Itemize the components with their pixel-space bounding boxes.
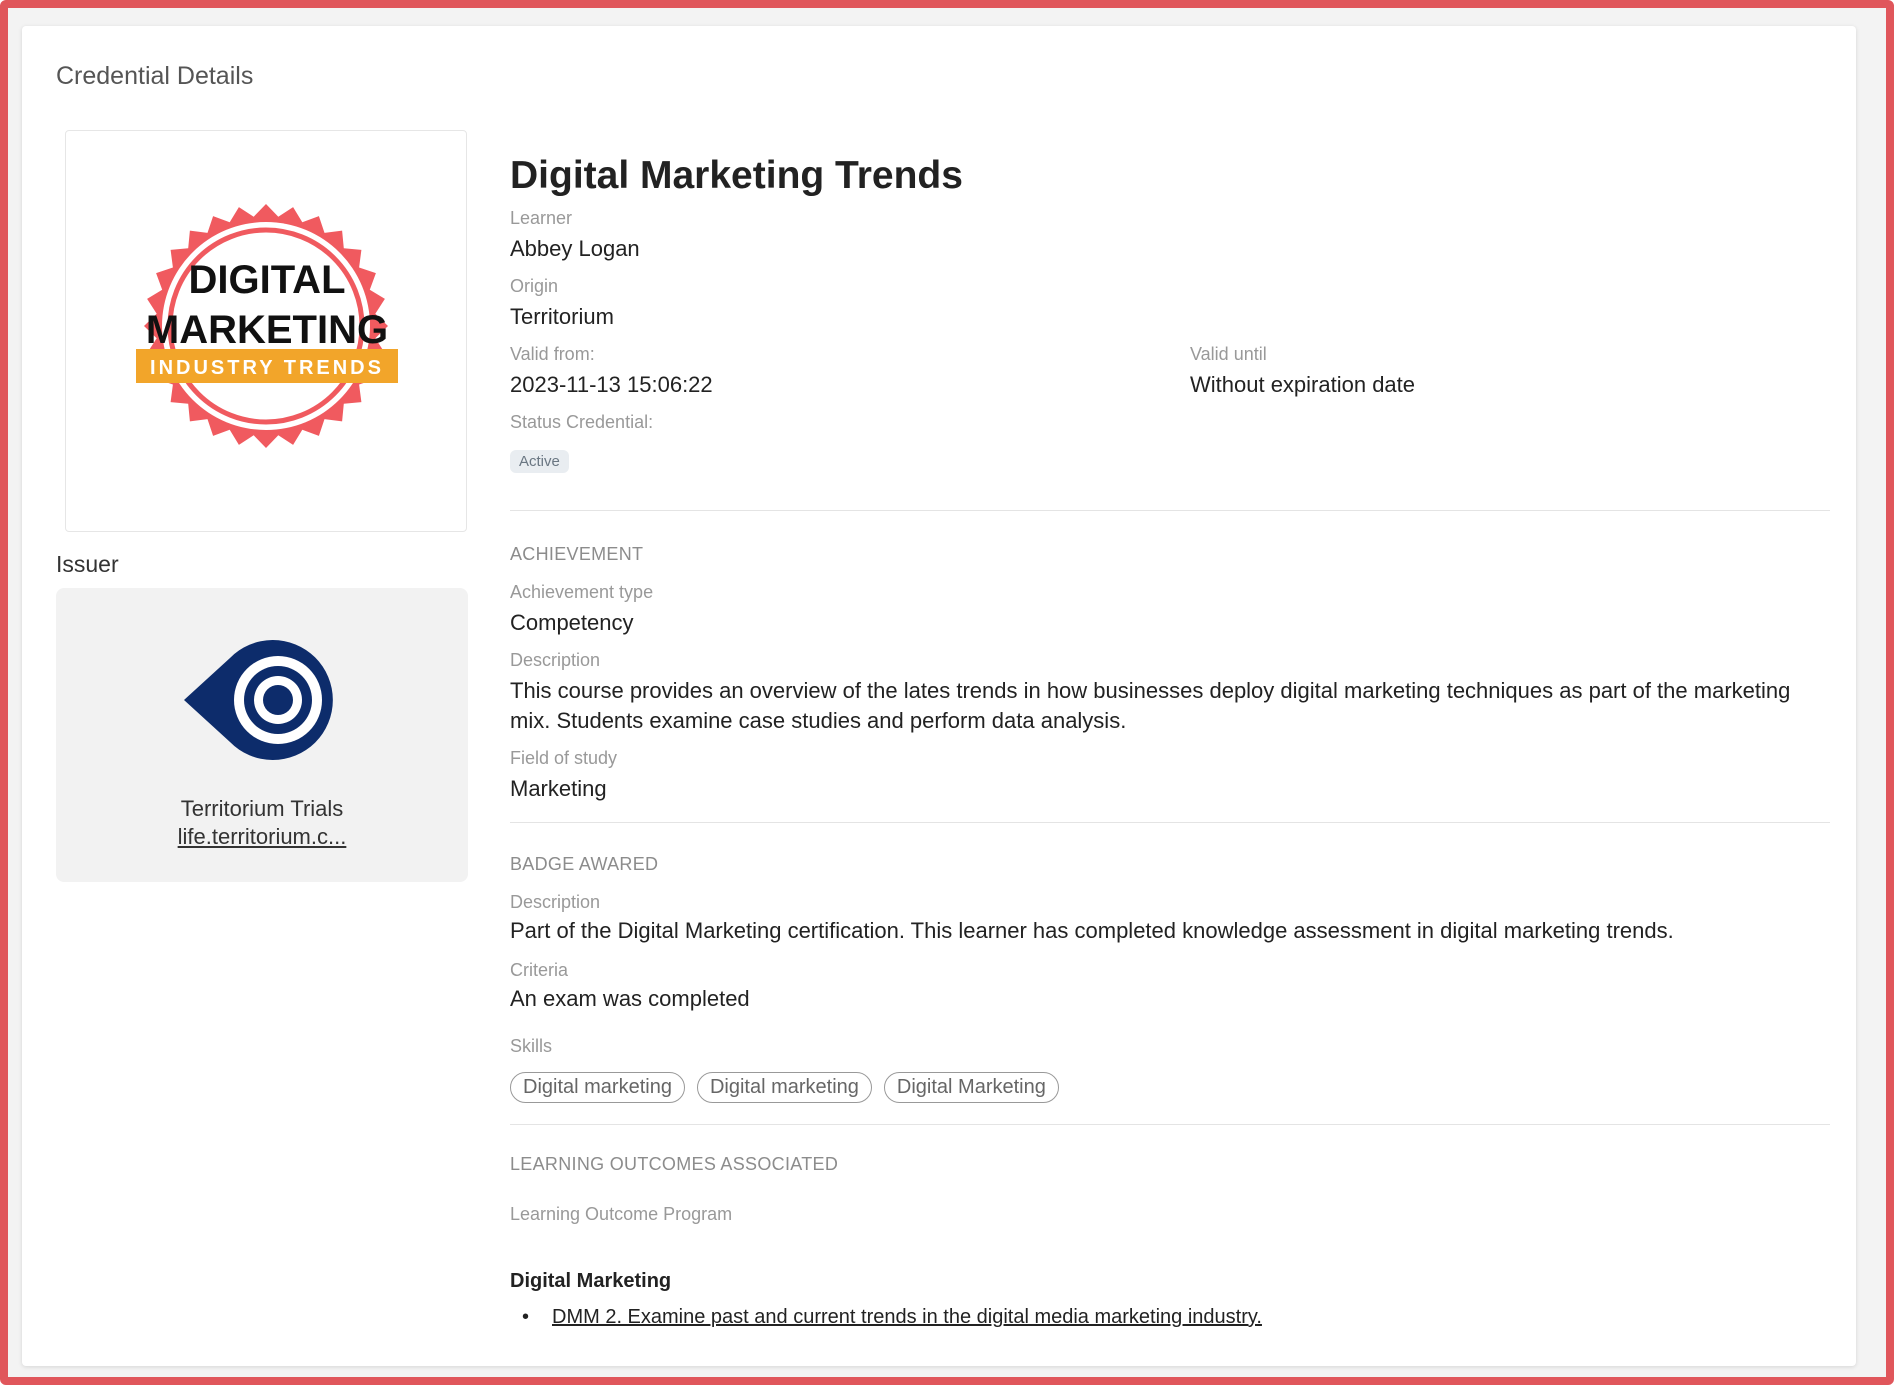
digital-marketing-badge-icon: DIGITAL MARKETING INDUSTRY TRENDS [136, 204, 398, 448]
achievement-description: This course provides an overview of the … [510, 678, 1791, 733]
issuer-website-link[interactable]: life.territorium.c... [56, 824, 468, 850]
origin-label: Origin [510, 276, 559, 296]
criteria-value: An exam was completed [510, 986, 750, 1011]
achievement-type-value: Competency [510, 610, 634, 635]
achievement-description-label: Description [510, 650, 601, 670]
divider [510, 822, 1830, 823]
badge-awarded-section-title: BADGE AWARED [510, 854, 659, 874]
learner-value: Abbey Logan [510, 236, 640, 261]
learning-outcomes-section-title: LEARNING OUTCOMES ASSOCIATED [510, 1154, 839, 1174]
valid-until-value: Without expiration date [1190, 372, 1416, 397]
valid-from-value: 2023-11-13 15:06:22 [510, 372, 713, 397]
credential-card: Credential Details DIGITAL MARKETING IND… [22, 26, 1856, 1366]
learning-outcome-link[interactable]: DMM 2. Examine past and current trends i… [552, 1306, 1262, 1328]
learning-outcome-program: Digital Marketing [510, 1270, 672, 1292]
badge-ribbon-text: INDUSTRY TRENDS [150, 357, 384, 379]
issuer-heading: Issuer [56, 551, 119, 577]
bullet: • [522, 1306, 530, 1328]
field-of-study-label: Field of study [510, 748, 618, 768]
divider [510, 1124, 1830, 1125]
origin-value: Territorium [510, 304, 614, 329]
skills-label: Skills [510, 1036, 553, 1056]
issuer-card: Territorium Trials life.territorium.c... [56, 588, 468, 882]
field-of-study-value: Marketing [510, 776, 607, 801]
status-label: Status Credential: [510, 412, 654, 432]
achievement-section-title: ACHIEVEMENT [510, 544, 644, 564]
credential-title: Digital Marketing Trends [510, 154, 963, 197]
skill-chip: Digital Marketing [883, 1072, 1059, 1103]
window-frame: Credential Details DIGITAL MARKETING IND… [0, 0, 1894, 1385]
eye-target-icon [184, 640, 333, 760]
skills-list: Digital marketing Digital marketing Digi… [510, 1072, 1059, 1103]
criteria-label: Criteria [510, 960, 569, 980]
learning-outcome-item: • DMM 2. Examine past and current trends … [522, 1306, 1262, 1329]
learner-label: Learner [510, 208, 573, 228]
divider [510, 510, 1830, 511]
achievement-type-label: Achievement type [510, 582, 654, 602]
valid-from-label: Valid from: [510, 344, 595, 364]
badge-line1: DIGITAL [188, 258, 345, 302]
skill-chip: Digital marketing [510, 1072, 685, 1103]
badge-description-label: Description [510, 892, 601, 912]
card-title: Credential Details [56, 62, 254, 90]
badge-image-box: DIGITAL MARKETING INDUSTRY TRENDS [65, 130, 467, 532]
valid-until-label: Valid until [1190, 344, 1267, 364]
badge-line2: MARKETING [146, 308, 388, 352]
issuer-name: Territorium Trials [180, 796, 344, 821]
status-badge: Active [510, 450, 569, 473]
badge-description: Part of the Digital Marketing certificat… [510, 918, 1674, 943]
learning-outcome-program-label: Learning Outcome Program [510, 1204, 733, 1224]
skill-chip: Digital marketing [696, 1072, 872, 1103]
